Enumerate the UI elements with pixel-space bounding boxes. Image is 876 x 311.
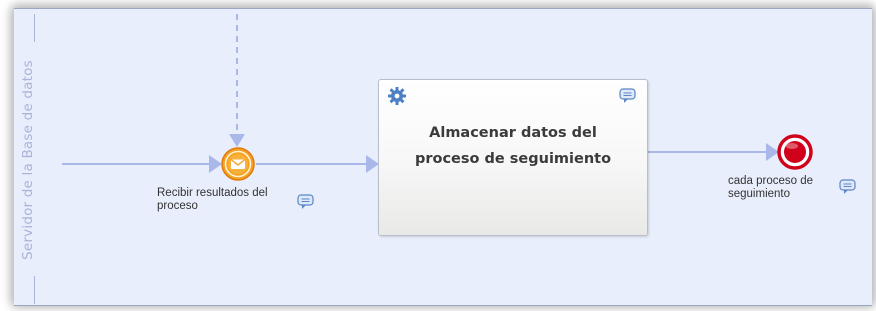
end-event[interactable] — [777, 134, 813, 170]
gear-icon — [388, 87, 406, 105]
end-event-label-line-1: cada proceso de — [728, 175, 814, 187]
comment-icon[interactable] — [297, 194, 315, 210]
message-flow-arrowhead — [229, 134, 245, 147]
task-almacenar-datos[interactable]: Almacenar datos del proceso de seguimien… — [378, 79, 648, 236]
sequence-flow-in-arrowhead — [209, 155, 222, 173]
sequence-flow-to-end-arrowhead — [766, 143, 779, 161]
task-name: Almacenar datos del proceso de seguimien… — [379, 120, 647, 172]
message-event-label: Recibir resultados del proceso — [157, 187, 268, 213]
message-event-label-line-2: proceso — [157, 200, 198, 212]
end-event-label: cada proceso de seguimiento — [728, 175, 813, 201]
task-name-line-1: Almacenar datos del — [429, 125, 597, 141]
task-name-line-2: proceso de seguimiento — [414, 151, 612, 167]
comment-icon[interactable] — [619, 88, 637, 104]
message-event-label-line-1: Recibir resultados del — [157, 187, 268, 199]
comment-icon[interactable] — [839, 179, 857, 195]
end-event-label-line-2: seguimiento — [728, 188, 791, 200]
message-event[interactable] — [221, 147, 255, 181]
